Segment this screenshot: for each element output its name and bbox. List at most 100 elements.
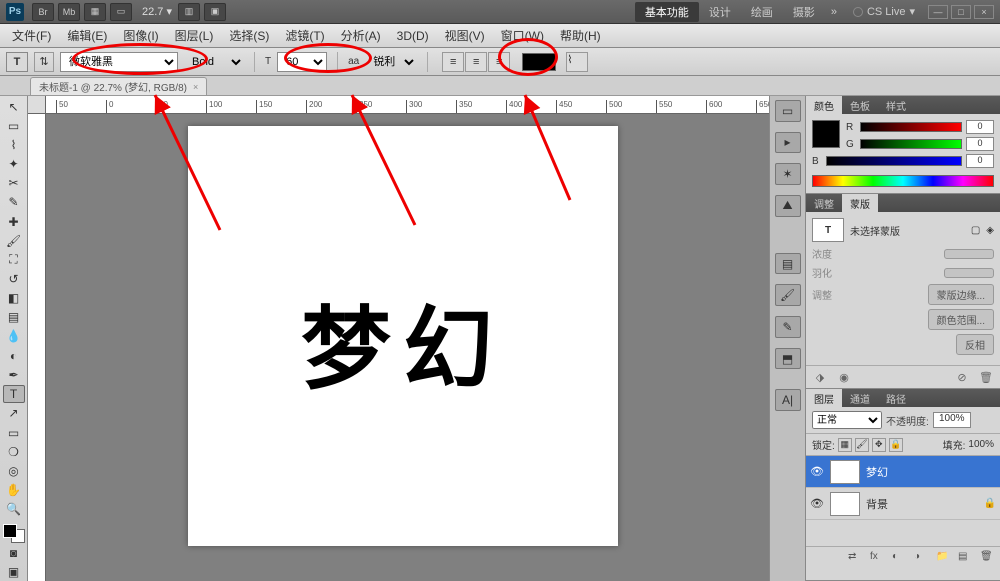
zoom-tool[interactable]: 🔍 — [3, 501, 25, 518]
brush-tool[interactable]: 🖌 — [3, 232, 25, 249]
menu-layer[interactable]: 图层(L) — [167, 25, 222, 47]
text-orientation-button[interactable]: ⇅ — [34, 52, 54, 72]
visibility-icon[interactable]: 👁 — [810, 497, 824, 510]
tab-channels[interactable]: 通道 — [842, 389, 878, 407]
tool-presets-button[interactable]: ✎ — [775, 316, 801, 338]
crop-tool[interactable]: ✂ — [3, 175, 25, 192]
history-panel-button[interactable]: ▭ — [775, 100, 801, 122]
history-brush-tool[interactable]: ↺ — [3, 270, 25, 287]
window-max[interactable]: □ — [951, 5, 971, 19]
pixel-mask-icon[interactable]: ▢ — [971, 225, 980, 236]
lock-transparency[interactable]: ▦ — [838, 438, 852, 452]
document-tab[interactable]: 未标题-1 @ 22.7% (梦幻, RGB/8) × — [30, 77, 207, 95]
window-min[interactable]: — — [928, 5, 948, 19]
marquee-tool[interactable]: ▭ — [3, 117, 25, 134]
b-value[interactable]: 0 — [966, 154, 994, 168]
align-center-button[interactable]: ≡ — [465, 52, 487, 72]
eraser-tool[interactable]: ◧ — [3, 290, 25, 307]
load-selection-icon[interactable]: ⬗ — [812, 370, 828, 384]
menu-view[interactable]: 视图(V) — [437, 25, 493, 47]
tab-mask[interactable]: 蒙版 — [842, 194, 878, 212]
color-range-button[interactable]: 颜色范围... — [928, 309, 994, 330]
group-icon[interactable]: 📁 — [936, 551, 950, 563]
properties-panel-button[interactable]: ✶ — [775, 163, 801, 185]
menu-edit[interactable]: 编辑(E) — [59, 25, 115, 47]
menu-window[interactable]: 窗口(W) — [493, 25, 552, 47]
canvas[interactable]: 梦幻 — [188, 126, 618, 546]
zoom-level[interactable]: 22.7 ▾ — [142, 5, 172, 18]
tab-color[interactable]: 颜色 — [806, 96, 842, 114]
ruler-horizontal[interactable]: 50 0 50 100 150 200 250 300 350 400 450 … — [46, 96, 769, 114]
wand-tool[interactable]: ✦ — [3, 155, 25, 172]
disable-mask-icon[interactable]: ⊘ — [954, 370, 970, 384]
text-color-swatch[interactable] — [522, 53, 556, 71]
eyedropper-tool[interactable]: ✎ — [3, 194, 25, 211]
opacity-value[interactable]: 100% — [933, 412, 971, 428]
tab-styles[interactable]: 样式 — [878, 96, 914, 114]
workspace-essentials[interactable]: 基本功能 — [635, 2, 699, 22]
warp-text-button[interactable]: ⌇ — [566, 52, 588, 72]
r-value[interactable]: 0 — [966, 120, 994, 134]
ruler-vertical[interactable] — [28, 114, 46, 581]
link-layers-icon[interactable]: ⇄ — [848, 551, 862, 563]
bridge-button[interactable]: Br — [32, 3, 54, 21]
3d-camera-tool[interactable]: ◎ — [3, 462, 25, 479]
gradient-tool[interactable]: ▤ — [3, 309, 25, 326]
layer-background[interactable]: 👁 背景 🔒 — [806, 488, 1000, 520]
font-size-select[interactable]: 60 — [277, 52, 327, 72]
layout-button[interactable]: ▦ — [84, 3, 106, 21]
menu-image[interactable]: 图像(I) — [115, 25, 166, 47]
shape-tool[interactable]: ▭ — [3, 424, 25, 441]
screen-button[interactable]: ▣ — [204, 3, 226, 21]
text-layer-content[interactable]: 梦幻 — [188, 276, 618, 406]
menu-help[interactable]: 帮助(H) — [552, 25, 609, 47]
minibridge-button[interactable]: Mb — [58, 3, 80, 21]
layer-name[interactable]: 背景 — [866, 496, 978, 512]
current-color[interactable] — [812, 120, 840, 148]
menu-filter[interactable]: 滤镜(T) — [277, 25, 332, 47]
layout-button-2[interactable]: ▭ — [110, 3, 132, 21]
tab-adjust[interactable]: 调整 — [806, 194, 842, 212]
lock-position[interactable]: ✥ — [872, 438, 886, 452]
3d-tool[interactable]: ❍ — [3, 443, 25, 460]
menu-analysis[interactable]: 分析(A) — [333, 25, 389, 47]
blend-mode-select[interactable]: 正常 — [812, 411, 882, 429]
pen-tool[interactable]: ✒ — [3, 366, 25, 383]
workspace-photo[interactable]: 摄影 — [783, 2, 825, 22]
invert-button[interactable]: 反相 — [956, 334, 994, 355]
heal-tool[interactable]: ✚ — [3, 213, 25, 230]
trash-icon[interactable]: 🗑 — [980, 551, 994, 563]
character-panel-button[interactable]: A| — [775, 389, 801, 411]
window-close[interactable]: × — [974, 5, 994, 19]
apply-mask-icon[interactable]: ◉ — [836, 370, 852, 384]
clone-panel-button[interactable]: ▤ — [775, 253, 801, 275]
tab-layers[interactable]: 图层 — [806, 389, 842, 407]
g-value[interactable]: 0 — [966, 137, 994, 151]
b-slider[interactable] — [826, 156, 962, 166]
brush-presets-button[interactable]: 🖌 — [775, 284, 801, 306]
delete-mask-icon[interactable]: 🗑 — [978, 370, 994, 384]
font-family-select[interactable]: 微软雅黑 — [60, 52, 178, 72]
g-slider[interactable] — [860, 139, 962, 149]
lock-pixels[interactable]: 🖌 — [855, 438, 869, 452]
lasso-tool[interactable]: ⌇ — [3, 136, 25, 153]
adjustment-icon[interactable]: ◑ — [914, 551, 928, 563]
menu-file[interactable]: 文件(F) — [4, 25, 59, 47]
stamp-tool[interactable]: ⛶ — [3, 251, 25, 268]
new-layer-icon[interactable]: ▤ — [958, 551, 972, 563]
menu-select[interactable]: 选择(S) — [221, 25, 277, 47]
view-button[interactable]: ▥ — [178, 3, 200, 21]
mask-icon[interactable]: ◐ — [892, 551, 906, 563]
visibility-icon[interactable]: 👁 — [810, 465, 824, 478]
menu-3d[interactable]: 3D(D) — [389, 25, 437, 47]
actions-panel-button[interactable]: ▸ — [775, 132, 801, 154]
screenmode-button[interactable]: ▣ — [3, 564, 25, 581]
align-right-button[interactable]: ≡ — [488, 52, 510, 72]
align-left-button[interactable]: ≡ — [442, 52, 464, 72]
r-slider[interactable] — [860, 122, 962, 132]
lock-all[interactable]: 🔒 — [889, 438, 903, 452]
fx-icon[interactable]: fx — [870, 551, 884, 563]
tab-paths[interactable]: 路径 — [878, 389, 914, 407]
blur-tool[interactable]: 💧 — [3, 328, 25, 345]
mask-edge-button[interactable]: 蒙版边缘... — [928, 284, 994, 305]
